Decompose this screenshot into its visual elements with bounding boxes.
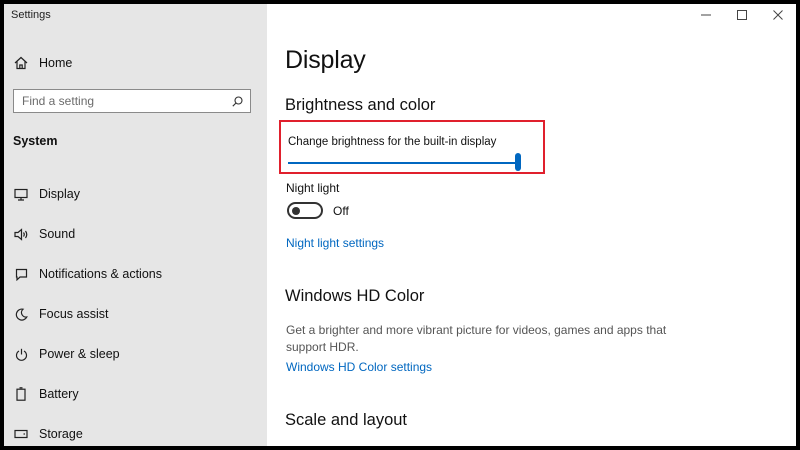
battery-icon [13, 386, 29, 402]
brightness-slider-thumb[interactable] [515, 153, 521, 171]
window-controls [688, 4, 796, 28]
brightness-label: Change brightness for the built-in displ… [288, 136, 497, 148]
settings-window: Settings Home System [4, 4, 796, 446]
section-heading-brightness-color: Brightness and color [285, 96, 436, 114]
sidebar-item-label: Notifications & actions [39, 267, 162, 281]
moon-icon [13, 306, 29, 322]
night-light-settings-link[interactable]: Night light settings [286, 236, 384, 250]
home-icon [13, 55, 29, 71]
speaker-icon [13, 226, 29, 242]
section-heading-hd-color: Windows HD Color [285, 287, 425, 305]
main-content: Display Brightness and color Change brig… [267, 4, 796, 446]
hd-color-description: Get a brighter and more vibrant picture … [286, 323, 667, 354]
hd-color-settings-link[interactable]: Windows HD Color settings [286, 360, 432, 374]
toggle-knob [292, 206, 300, 215]
notification-icon [13, 266, 29, 282]
brightness-highlight-box: Change brightness for the built-in displ… [279, 120, 545, 174]
sidebar-item-sound[interactable]: Sound [4, 214, 267, 254]
page-title: Display [285, 46, 366, 74]
sidebar-item-label: Battery [39, 387, 79, 401]
monitor-icon [13, 186, 29, 202]
sidebar-item-label: Sound [39, 227, 76, 241]
sidebar-item-focus-assist[interactable]: Focus assist [4, 294, 267, 334]
search-box[interactable] [13, 89, 251, 113]
sidebar-item-battery[interactable]: Battery [4, 374, 267, 414]
night-light-label: Night light [286, 181, 340, 195]
sidebar-item-label: Display [39, 187, 80, 201]
search-icon[interactable] [231, 95, 243, 107]
sidebar-item-home[interactable]: Home [4, 48, 267, 78]
section-label-system: System [13, 134, 58, 148]
night-light-state: Off [333, 204, 349, 218]
close-icon [773, 7, 783, 25]
sidebar-item-display[interactable]: Display [4, 174, 267, 214]
minimize-icon [701, 7, 711, 25]
night-light-toggle[interactable] [287, 202, 323, 219]
sidebar-item-label: Power & sleep [39, 347, 120, 361]
search-input[interactable] [22, 94, 222, 108]
app-title: Settings [11, 9, 51, 21]
power-icon [13, 346, 29, 362]
sidebar-nav: Display Sound Notifications & actions Fo… [4, 174, 267, 446]
brightness-slider-track[interactable] [288, 162, 518, 164]
sidebar-item-storage[interactable]: Storage [4, 414, 267, 446]
sidebar: Settings Home System [4, 4, 267, 446]
storage-icon [13, 426, 29, 442]
sidebar-item-notifications[interactable]: Notifications & actions [4, 254, 267, 294]
sidebar-item-label: Focus assist [39, 307, 109, 321]
sidebar-item-label: Home [39, 56, 73, 70]
sidebar-item-label: Storage [39, 427, 83, 441]
close-button[interactable] [760, 4, 796, 28]
maximize-button[interactable] [724, 4, 760, 28]
section-heading-scale-layout: Scale and layout [285, 411, 408, 429]
minimize-button[interactable] [688, 4, 724, 28]
maximize-icon [737, 7, 747, 25]
sidebar-item-power-sleep[interactable]: Power & sleep [4, 334, 267, 374]
